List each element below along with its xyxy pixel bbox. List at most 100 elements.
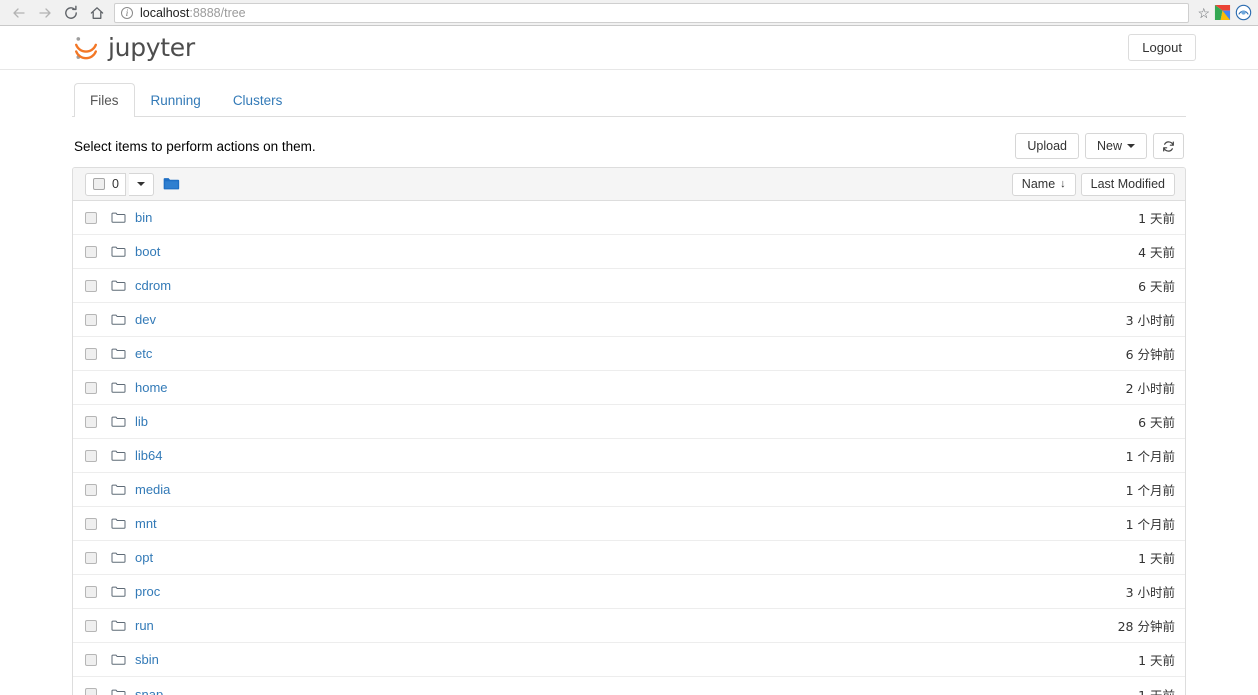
row-checkbox[interactable] xyxy=(85,245,97,258)
table-row[interactable]: cdrom 6 天前 xyxy=(73,269,1185,303)
file-name-link[interactable]: etc xyxy=(135,346,152,361)
select-menu-dropdown-button[interactable] xyxy=(128,172,154,196)
row-checkbox[interactable] xyxy=(85,483,97,496)
file-name-link[interactable]: home xyxy=(135,380,168,395)
folder-icon xyxy=(111,619,126,632)
table-row[interactable]: boot 4 天前 xyxy=(73,235,1185,269)
table-row[interactable]: lib 6 天前 xyxy=(73,405,1185,439)
file-name-link[interactable]: mnt xyxy=(135,516,157,531)
last-modified-text: 1 天前 xyxy=(1138,653,1175,668)
table-row[interactable]: lib64 1 个月前 xyxy=(73,439,1185,473)
file-name-link[interactable]: boot xyxy=(135,244,160,259)
upload-button[interactable]: Upload xyxy=(1015,132,1079,160)
bookmark-star-icon[interactable]: ☆ xyxy=(1197,6,1210,20)
table-row[interactable]: snap 1 天前 xyxy=(73,677,1185,695)
table-row[interactable]: sbin 1 天前 xyxy=(73,643,1185,677)
google-extension-icon[interactable] xyxy=(1214,4,1231,21)
jupyter-wordmark: jupyter xyxy=(108,33,195,62)
folder-icon xyxy=(111,211,126,224)
table-row[interactable]: dev 3 小时前 xyxy=(73,303,1185,337)
folder-icon xyxy=(111,416,126,427)
last-modified-text: 6 天前 xyxy=(1138,279,1175,294)
back-arrow-icon[interactable] xyxy=(6,2,32,24)
row-checkbox[interactable] xyxy=(85,449,97,462)
file-list-toolbar-left: 0 xyxy=(85,172,180,196)
table-row[interactable]: bin 1 天前 xyxy=(73,201,1185,235)
reload-icon[interactable] xyxy=(58,2,84,24)
url-input[interactable]: i localhost:8888/tree xyxy=(114,2,1190,23)
jupyter-logo-link[interactable]: jupyter xyxy=(72,33,195,62)
select-all-checkbox-button[interactable]: 0 xyxy=(85,172,126,196)
new-dropdown-button[interactable]: New xyxy=(1084,132,1147,160)
row-checkbox[interactable] xyxy=(85,585,97,598)
sort-by-modified-button[interactable]: Last Modified xyxy=(1080,172,1175,196)
last-modified-text: 6 天前 xyxy=(1138,415,1175,430)
table-row[interactable]: home 2 小时前 xyxy=(73,371,1185,405)
tab-running[interactable]: Running xyxy=(135,83,217,117)
last-modified-text: 1 天前 xyxy=(1138,551,1175,566)
logout-button[interactable]: Logout xyxy=(1128,34,1196,61)
file-name-link[interactable]: run xyxy=(135,618,154,633)
row-checkbox[interactable] xyxy=(85,551,97,564)
row-checkbox[interactable] xyxy=(85,619,97,632)
file-name-link[interactable]: snap xyxy=(135,687,163,695)
folder-icon xyxy=(111,212,126,223)
refresh-button[interactable] xyxy=(1153,132,1184,160)
refresh-icon xyxy=(1163,140,1174,152)
actions-buttons: Upload New xyxy=(1015,132,1184,160)
row-checkbox[interactable] xyxy=(85,211,97,224)
folder-icon xyxy=(111,313,126,326)
table-row[interactable]: mnt 1 个月前 xyxy=(73,507,1185,541)
table-row[interactable]: proc 3 小时前 xyxy=(73,575,1185,609)
file-name-link[interactable]: lib64 xyxy=(135,448,162,463)
row-checkbox[interactable] xyxy=(85,653,97,666)
row-checkbox[interactable] xyxy=(85,688,97,695)
tab-bar: Files Running Clusters xyxy=(72,83,1186,117)
last-modified-text: 1 个月前 xyxy=(1125,483,1175,498)
file-name-link[interactable]: proc xyxy=(135,584,160,599)
row-checkbox[interactable] xyxy=(85,347,97,360)
file-name-link[interactable]: cdrom xyxy=(135,278,171,293)
row-checkbox[interactable] xyxy=(85,313,97,326)
new-dropdown-label: New xyxy=(1096,138,1122,153)
select-all-checkbox[interactable] xyxy=(93,178,105,190)
url-host-text: localhost xyxy=(140,5,190,20)
blue-circle-extension-icon[interactable] xyxy=(1235,4,1252,21)
breadcrumb-root-folder[interactable] xyxy=(163,177,180,191)
tab-files[interactable]: Files xyxy=(74,83,135,117)
folder-icon xyxy=(111,689,126,695)
tab-clusters[interactable]: Clusters xyxy=(217,83,299,117)
row-checkbox[interactable] xyxy=(85,381,97,394)
last-modified-text: 3 小时前 xyxy=(1125,313,1175,328)
file-name-link[interactable]: media xyxy=(135,482,170,497)
arrow-down-icon: ↓ xyxy=(1060,177,1066,190)
file-name-link[interactable]: sbin xyxy=(135,652,159,667)
sort-by-name-button[interactable]: Name ↓ xyxy=(1011,172,1076,196)
row-checkbox[interactable] xyxy=(85,517,97,530)
select-items-hint: Select items to perform actions on them. xyxy=(74,138,316,154)
folder-icon xyxy=(111,280,126,291)
file-name-link[interactable]: bin xyxy=(135,210,152,225)
browser-toolbar: i localhost:8888/tree ☆ xyxy=(0,0,1258,26)
home-icon[interactable] xyxy=(84,2,110,24)
folder-icon xyxy=(111,381,126,394)
site-info-icon[interactable]: i xyxy=(121,6,133,19)
folder-icon xyxy=(111,517,126,530)
forward-arrow-icon[interactable] xyxy=(32,2,58,24)
row-checkbox[interactable] xyxy=(85,279,97,292)
table-row[interactable]: run 28 分钟前 xyxy=(73,609,1185,643)
table-row[interactable]: etc 6 分钟前 xyxy=(73,337,1185,371)
folder-icon xyxy=(111,552,126,563)
file-name-link[interactable]: opt xyxy=(135,550,153,565)
folder-icon xyxy=(111,245,126,258)
jupyter-header: jupyter Logout xyxy=(0,26,1258,70)
file-name-link[interactable]: lib xyxy=(135,414,148,429)
file-list: bin 1 天前 boot 4 天前 cdrom 6 天前 dev 3 小时前 etc 6 分钟前… xyxy=(73,201,1185,695)
file-list-sort-controls: Name ↓ Last Modified xyxy=(1011,172,1175,196)
row-checkbox[interactable] xyxy=(85,415,97,428)
table-row[interactable]: opt 1 天前 xyxy=(73,541,1185,575)
file-name-link[interactable]: dev xyxy=(135,312,156,327)
folder-icon xyxy=(111,279,126,292)
blue-folder-icon xyxy=(163,178,180,190)
table-row[interactable]: media 1 个月前 xyxy=(73,473,1185,507)
